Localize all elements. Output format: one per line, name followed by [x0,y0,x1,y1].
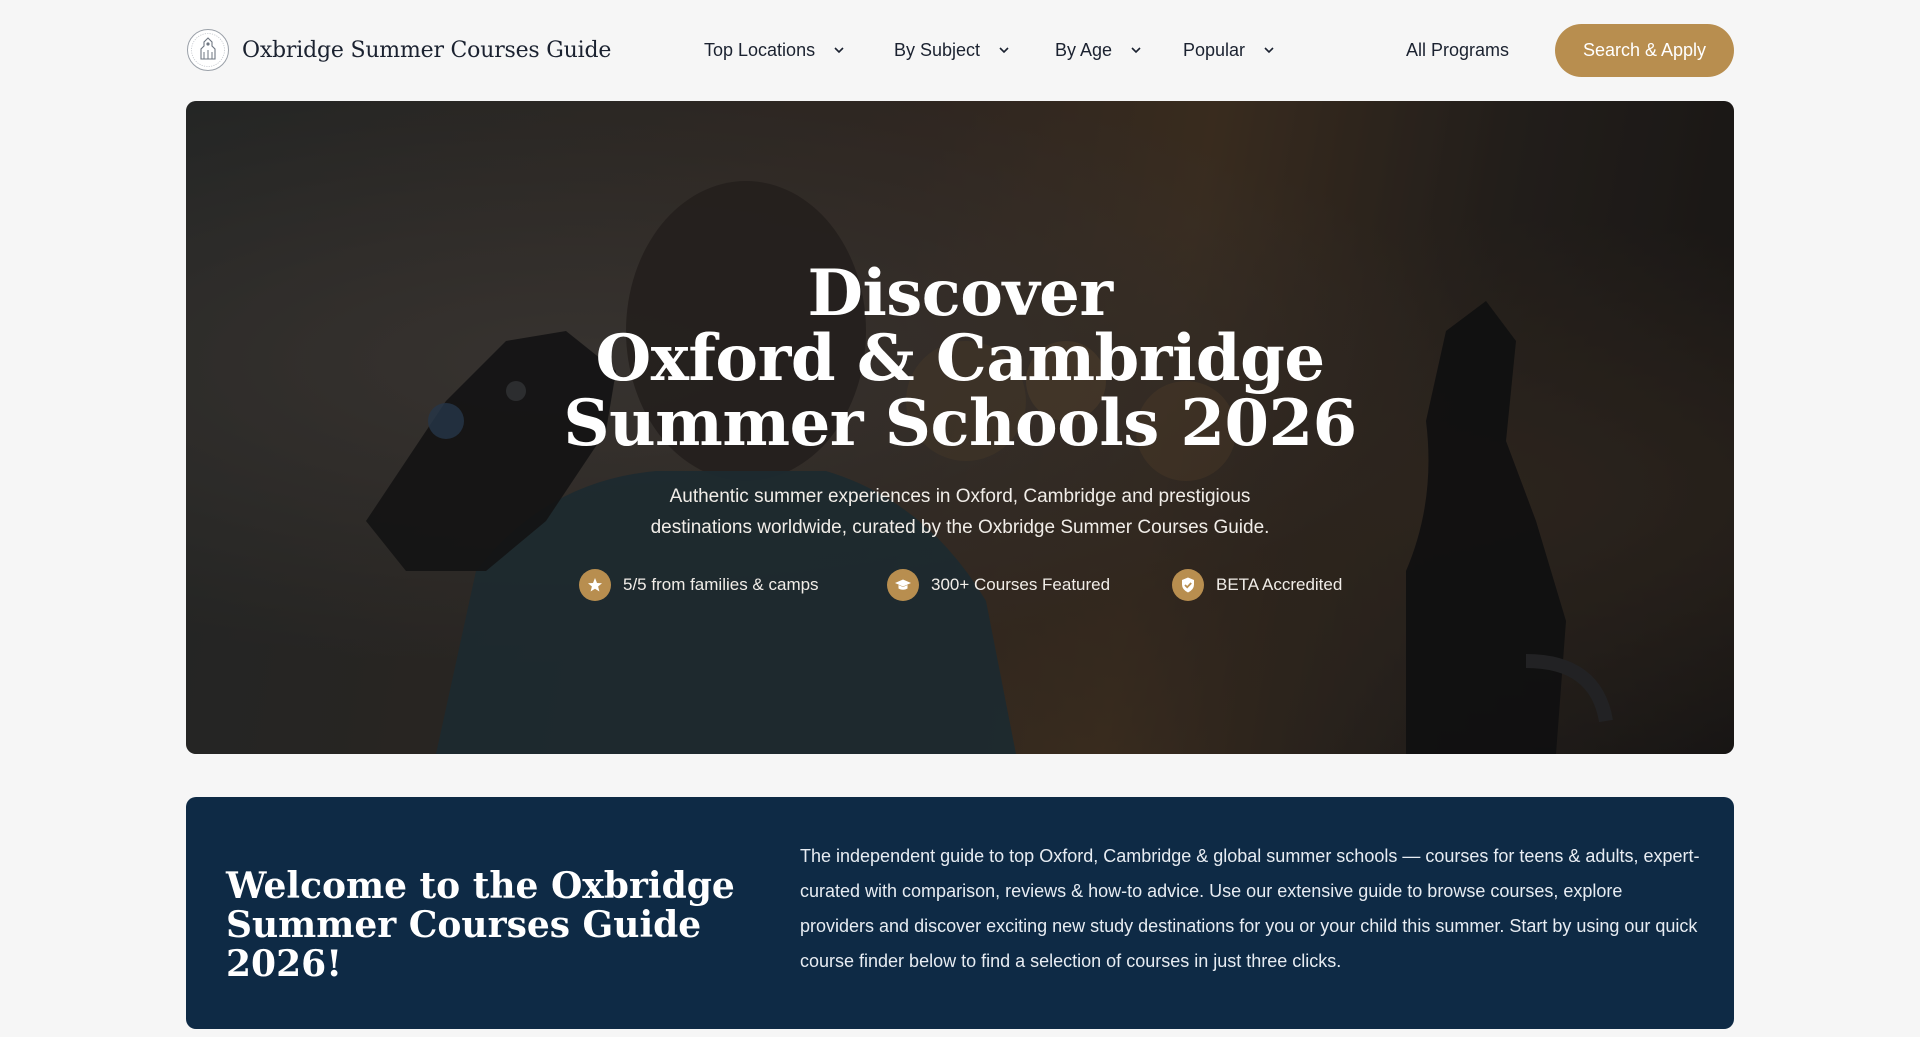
chevron-down-icon [834,47,844,54]
hero-title: Discover Oxford & Cambridge Summer Schoo… [186,261,1734,456]
badge-label: BETA Accredited [1216,575,1343,594]
badge-label: 300+ Courses Featured [931,575,1111,594]
nav-label: Popular [1183,39,1246,60]
nav-label: By Age [1055,39,1113,60]
hero-badges: 5/5 from families & camps 300+ Courses F… [186,569,1734,601]
hero-title-line: Oxford & Cambridge [595,321,1325,396]
hero-banner: Discover Oxford & Cambridge Summer Schoo… [186,101,1734,754]
badge-courses: 300+ Courses Featured [887,569,1110,601]
hero-subtitle: Authentic summer experiences in Oxford, … [186,481,1734,543]
nav-top-locations[interactable]: Top Locations [704,34,845,66]
nav-popular[interactable]: Popular [1183,34,1275,66]
graduation-cap-icon [887,569,919,601]
badge-rating: 5/5 from families & camps [579,569,819,601]
nav-label: Top Locations [704,39,816,60]
welcome-title: Welcome to the Oxbridge Summer Courses G… [226,867,746,984]
star-icon [579,569,611,601]
nav-label: By Subject [894,39,981,60]
nav-by-age[interactable]: By Age [1055,34,1142,66]
chevron-down-icon [1131,47,1141,54]
hero-subtitle-line: Authentic summer experiences in Oxford, … [669,486,1251,507]
shield-check-icon [1172,569,1204,601]
hero-title-line: Discover [807,256,1113,331]
badge-label: 5/5 from families & camps [623,575,819,594]
hero-title-line: Summer Schools 2026 [563,386,1357,461]
badge-accredited: BETA Accredited [1172,569,1342,601]
search-apply-button[interactable]: Search & Apply [1555,24,1734,77]
welcome-title-line: Summer Courses Guide 2026! [226,904,702,985]
welcome-panel: Welcome to the Oxbridge Summer Courses G… [186,797,1734,1029]
nav-by-subject[interactable]: By Subject [894,34,1010,66]
welcome-description: The independent guide to top Oxford, Cam… [800,846,1700,971]
site-header: Oxbridge Summer Courses Guide Top Locati… [0,0,1920,100]
welcome-title-line: Welcome to the Oxbridge [226,865,735,907]
chevron-down-icon [999,47,1009,54]
all-programs-link[interactable]: All Programs [1406,34,1509,66]
hero-subtitle-line: destinations worldwide, curated by the O… [650,517,1270,538]
chevron-down-icon [1264,47,1274,54]
